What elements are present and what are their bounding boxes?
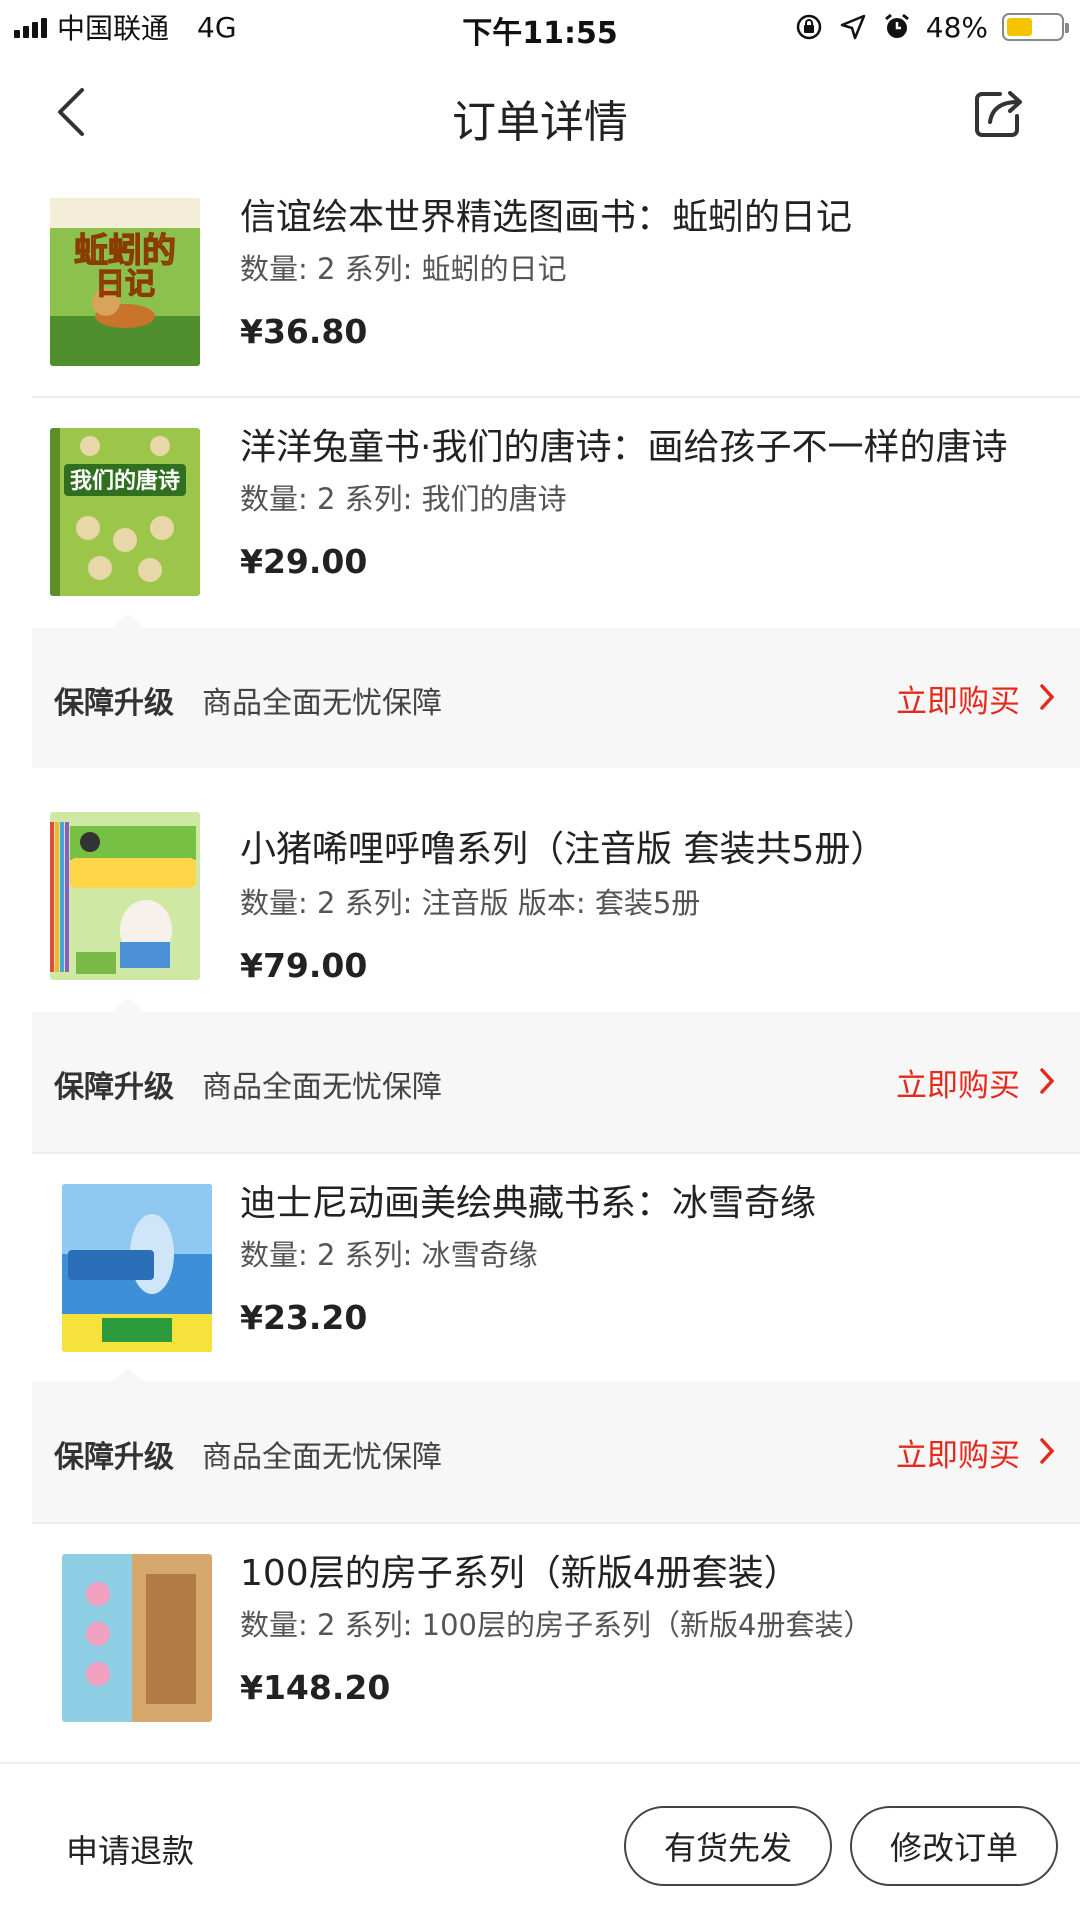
chevron-right-icon[interactable] [1038, 682, 1056, 712]
product-meta: 数量: 2 系列: 我们的唐诗 [240, 482, 567, 516]
page-title: 订单详情 [452, 97, 628, 148]
book-cover-image [62, 1184, 212, 1352]
nav-bar: 订单详情 [0, 56, 1080, 168]
orientation-lock-icon [796, 14, 822, 40]
product-meta: 数量: 2 系列: 冰雪奇缘 [240, 1238, 538, 1272]
product-item[interactable]: 迪士尼动画美绘典藏书系：冰雪奇缘数量: 2 系列: 冰雪奇缘 ¥23.20 [32, 1152, 1080, 1382]
status-right: 48% [794, 8, 1069, 46]
product-price: ¥36.80 [240, 312, 368, 351]
status-bar: 中国联通 4G 下午11:55 48% [0, 0, 1080, 54]
share-icon[interactable] [970, 84, 1028, 142]
buy-now-link[interactable]: 立即购买 [896, 1430, 1020, 1475]
product-title[interactable]: 洋洋兔童书·我们的唐诗：画给孩子不一样的唐诗 [240, 418, 1007, 470]
guarantee-upgrade-bar: 保障升级 商品全面无忧保障 立即购买 [32, 1368, 1080, 1522]
modify-order-button[interactable]: 修改订单 [850, 1806, 1058, 1886]
product-price: ¥79.00 [240, 946, 368, 985]
notch [112, 998, 144, 1012]
product-meta: 数量: 2 系列: 蚯蚓的日记 [240, 252, 567, 286]
product-title[interactable]: 迪士尼动画美绘典藏书系：冰雪奇缘 [240, 1174, 816, 1226]
buy-now-link[interactable]: 立即购买 [896, 676, 1020, 721]
product-item[interactable]: 100层的房子系列（新版4册套装） 数量: 2 系列: 100层的房子系列（新版4… [32, 1522, 1080, 1752]
battery-icon [1002, 13, 1069, 41]
guarantee-label: 保障升级 [54, 1440, 174, 1475]
buy-now-link[interactable]: 立即购买 [896, 1060, 1020, 1105]
product-title[interactable]: 小猪唏哩呼噜系列（注音版 套装共5册） [240, 820, 886, 872]
book-cover-image: 蚯蚓的 日记 [50, 198, 200, 366]
svg-text:日记: 日记 [95, 267, 155, 302]
refund-button[interactable]: 申请退款 [66, 1826, 194, 1872]
alarm-icon [884, 13, 909, 38]
guarantee-desc: 商品全面无忧保障 [202, 1070, 442, 1105]
notch [112, 1368, 144, 1382]
product-item[interactable]: 我们的唐诗 洋洋兔童书·我们的唐诗：画给孩子不一样的唐诗 数量: 2 系列: 我… [0, 398, 1080, 628]
product-price: ¥148.20 [240, 1668, 391, 1707]
chevron-right-icon[interactable] [1038, 1436, 1056, 1466]
product-title[interactable]: 信谊绘本世界精选图画书：蚯蚓的日记 [240, 188, 852, 240]
product-meta: 数量: 2 系列: 100层的房子系列（新版4册套装） [240, 1608, 873, 1642]
guarantee-label: 保障升级 [54, 1070, 174, 1105]
guarantee-label: 保障升级 [54, 686, 174, 721]
guarantee-upgrade-bar: 保障升级 商品全面无忧保障 立即购买 [32, 998, 1080, 1152]
bottom-action-bar: 申请退款 有货先发 修改订单 [0, 1762, 1080, 1920]
battery-percent: 48% [925, 10, 988, 44]
notch [112, 614, 144, 628]
product-price: ¥29.00 [240, 542, 368, 581]
book-cover-image [50, 812, 200, 980]
guarantee-upgrade-bar: 保障升级 商品全面无忧保障 立即购买 [32, 614, 1080, 768]
product-item[interactable]: 小猪唏哩呼噜系列（注音版 套装共5册） 数量: 2 系列: 注音版 版本: 套装5… [0, 812, 1080, 1012]
product-price: ¥23.20 [240, 1298, 368, 1337]
guarantee-desc: 商品全面无忧保障 [202, 1440, 442, 1475]
book-cover-image: 我们的唐诗 [50, 428, 200, 596]
product-title[interactable]: 100层的房子系列（新版4册套装） [240, 1544, 800, 1596]
product-meta: 数量: 2 系列: 注音版 版本: 套装5册 [240, 886, 701, 920]
chevron-right-icon[interactable] [1038, 1066, 1056, 1096]
svg-text:我们的唐诗: 我们的唐诗 [70, 468, 180, 494]
location-icon [840, 14, 866, 40]
cover-title-1: 蚯蚓的 [74, 231, 176, 271]
product-item[interactable]: 蚯蚓的 日记 信谊绘本世界精选图画书：蚯蚓的日记 数量: 2 系列: 蚯蚓的日记… [32, 168, 1080, 398]
guarantee-desc: 商品全面无忧保障 [202, 686, 442, 721]
ship-in-stock-button[interactable]: 有货先发 [624, 1806, 832, 1886]
book-cover-image [62, 1554, 212, 1722]
order-item-list: 蚯蚓的 日记 信谊绘本世界精选图画书：蚯蚓的日记 数量: 2 系列: 蚯蚓的日记… [0, 168, 1080, 1752]
battery-level [1007, 18, 1032, 36]
